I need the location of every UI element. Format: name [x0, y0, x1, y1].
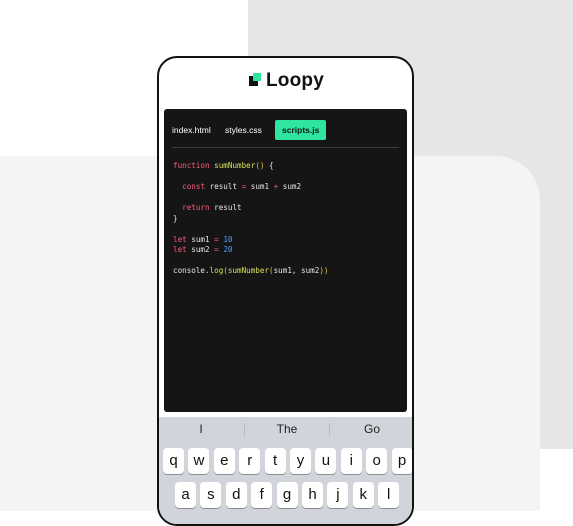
key-o[interactable]: o — [366, 448, 388, 474]
editor-tabs: index.html styles.css scripts.js — [164, 120, 407, 140]
key-g[interactable]: g — [276, 482, 298, 508]
keyboard-row-1: qwertyuiop — [159, 448, 412, 474]
key-t[interactable]: t — [264, 448, 286, 474]
key-r[interactable]: r — [239, 448, 261, 474]
code-line: let sum1 = 10 — [173, 234, 233, 244]
code-line: return result — [182, 203, 242, 212]
key-s[interactable]: s — [200, 482, 222, 508]
code-line: console.log(sumNumber(sum1, sum2)) — [173, 266, 329, 275]
key-l[interactable]: l — [378, 482, 400, 508]
app-header: Loopy — [159, 58, 412, 108]
code-editor[interactable]: index.html styles.css scripts.js functio… — [164, 109, 407, 412]
key-e[interactable]: e — [213, 448, 235, 474]
keyboard-row-2: asdfghjkl — [159, 482, 412, 508]
tab-scripts-js[interactable]: scripts.js — [275, 120, 327, 140]
tab-styles-css[interactable]: styles.css — [225, 120, 262, 140]
key-y[interactable]: y — [290, 448, 311, 474]
app-logo-text: Loopy — [266, 70, 324, 91]
code-line: function sumNumber() { — [173, 161, 274, 170]
key-f[interactable]: f — [251, 482, 273, 508]
on-screen-keyboard: I The Go qwertyuiop asdfghjkl — [159, 417, 412, 524]
key-q[interactable]: q — [163, 448, 184, 474]
tab-divider — [172, 147, 399, 148]
key-j[interactable]: j — [327, 482, 349, 508]
suggestion-3[interactable]: Go — [330, 417, 412, 441]
suggestion-2[interactable]: The — [245, 417, 329, 441]
code-content[interactable]: function sumNumber() { const result = su… — [173, 161, 328, 277]
background-card — [413, 156, 540, 511]
code-line: let sum2 = 20 — [173, 245, 233, 254]
key-u[interactable]: u — [315, 448, 337, 474]
code-line: } — [173, 213, 178, 223]
key-w[interactable]: w — [188, 448, 210, 474]
key-p[interactable]: p — [391, 448, 412, 474]
phone-frame: Loopy index.html styles.css scripts.js f… — [157, 56, 414, 526]
tab-index-html[interactable]: index.html — [172, 120, 211, 140]
key-i[interactable]: i — [340, 448, 362, 474]
loopy-logo-icon — [249, 73, 263, 87]
key-a[interactable]: a — [175, 482, 196, 508]
key-d[interactable]: d — [225, 482, 247, 508]
key-k[interactable]: k — [352, 482, 374, 508]
suggestion-bar: I The Go — [159, 417, 412, 441]
suggestion-1[interactable]: I — [159, 417, 243, 441]
code-line: const result = sum1 + sum2 — [182, 182, 302, 191]
key-h[interactable]: h — [302, 482, 323, 508]
